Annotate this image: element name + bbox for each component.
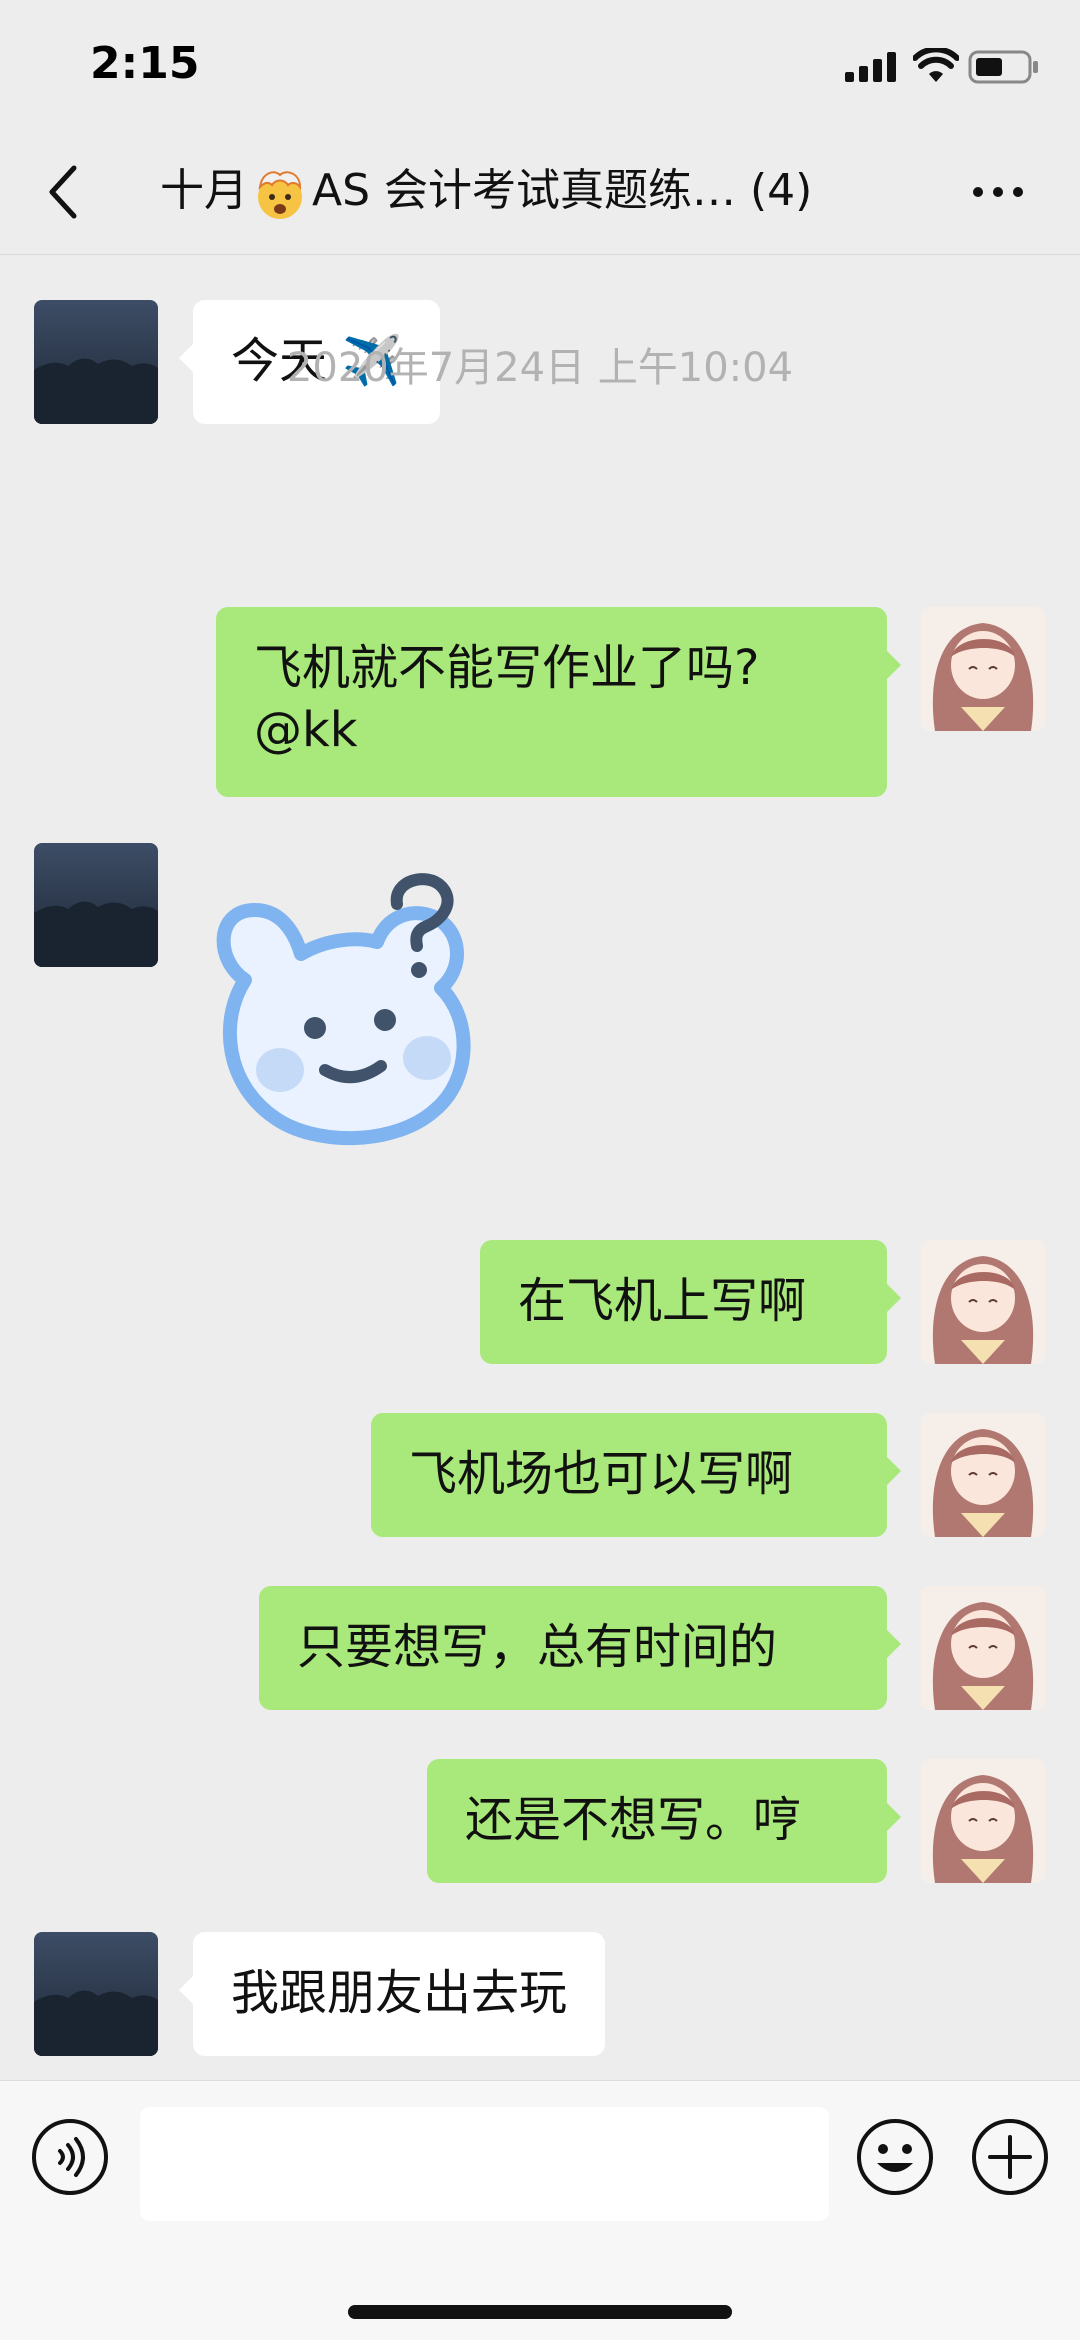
back-icon[interactable]: [40, 160, 88, 224]
cellular-signal-icon: [845, 52, 896, 82]
chat-messages[interactable]: 今天 ✈️ 2020年7月24日 上午10:04 飞机就不能写作业了吗? @kk…: [0, 255, 1080, 2080]
message-text: 在飞机上写啊: [518, 1273, 807, 1329]
emoji-icon[interactable]: [855, 2117, 935, 2197]
sender-avatar[interactable]: [34, 843, 158, 967]
sticker-confused-bear[interactable]: [205, 870, 525, 1170]
my-avatar[interactable]: [921, 1759, 1045, 1883]
message-input[interactable]: [140, 2107, 829, 2221]
chat-title-part2: AS 会计考试真题练…: [312, 165, 737, 216]
message-bubble-outgoing[interactable]: 飞机就不能写作业了吗? @kk: [216, 607, 901, 797]
exploding-head-emoji-icon: [258, 171, 302, 219]
message-text: 飞机场也可以写啊: [409, 1446, 794, 1502]
input-bar: [0, 2080, 1080, 2340]
home-indicator: [348, 2305, 732, 2319]
message-bubble-outgoing[interactable]: 在飞机上写啊: [480, 1240, 901, 1364]
message-text: 还是不想写。哼: [465, 1792, 802, 1848]
my-avatar[interactable]: [921, 1413, 1045, 1537]
message-text: 我跟朋友出去玩: [231, 1965, 568, 2021]
message-timestamp: 2020年7月24日 上午10:04: [286, 345, 794, 391]
message-bubble-outgoing[interactable]: 还是不想写。哼: [427, 1759, 901, 1883]
member-count: (4): [750, 165, 813, 216]
message-bubble-outgoing[interactable]: 只要想写，总有时间的: [259, 1586, 901, 1710]
more-icon[interactable]: [968, 170, 1028, 214]
battery-icon: [968, 50, 1038, 84]
status-bar: 2:15: [0, 0, 1080, 130]
my-avatar[interactable]: [921, 1240, 1045, 1364]
nav-bar: 十月 AS 会计考试真题练… (4): [0, 130, 1080, 255]
message-bubble-incoming[interactable]: 我跟朋友出去玩: [178, 1932, 606, 2056]
voice-icon[interactable]: [30, 2117, 110, 2197]
message-bubble-outgoing[interactable]: 飞机场也可以写啊: [371, 1413, 901, 1537]
my-avatar[interactable]: [921, 1586, 1045, 1710]
chat-title: 十月 AS 会计考试真题练… (4): [160, 158, 920, 224]
sender-avatar[interactable]: [34, 1932, 158, 2056]
message-text: 飞机就不能写作业了吗? @kk: [254, 640, 760, 758]
plus-icon[interactable]: [970, 2117, 1050, 2197]
status-time: 2:15: [90, 38, 200, 89]
wifi-icon: [913, 48, 959, 82]
my-avatar[interactable]: [921, 607, 1045, 731]
message-text: 只要想写，总有时间的: [297, 1619, 778, 1675]
chat-title-part1: 十月: [160, 165, 248, 216]
